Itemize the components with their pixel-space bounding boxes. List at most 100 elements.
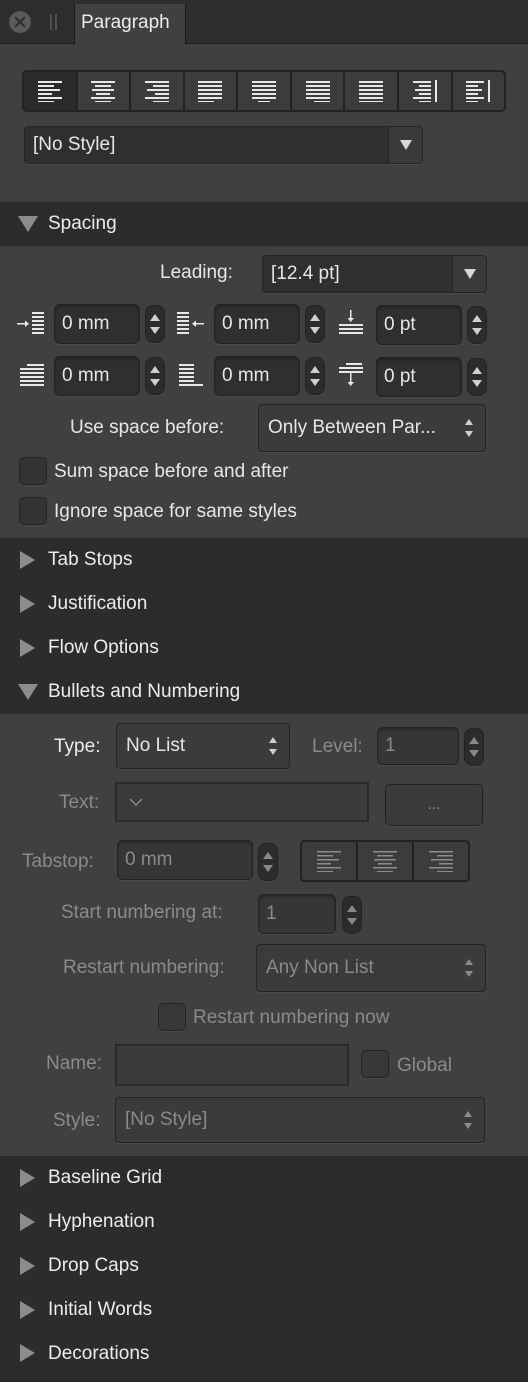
level-label: Level: <box>312 736 363 757</box>
type-label: Type: <box>54 736 101 757</box>
section-header-decorations[interactable]: Decorations <box>0 1332 528 1382</box>
tabstop-alignment-control <box>300 840 470 882</box>
left-indent-input[interactable]: 0 mm <box>54 304 140 344</box>
tabstop-align-center-button[interactable] <box>358 842 412 880</box>
chevron-down-icon <box>399 140 412 150</box>
disclosure-closed-icon <box>20 639 35 657</box>
sum-space-checkbox[interactable] <box>19 457 47 485</box>
start-numbering-input[interactable]: 1 <box>258 894 336 934</box>
disclosure-closed-icon <box>20 1169 35 1187</box>
start-numbering-stepper[interactable] <box>342 896 362 934</box>
right-indent-stepper[interactable] <box>305 305 325 343</box>
paragraph-style-value: [No Style] <box>33 134 116 155</box>
restart-numbering-now-checkbox[interactable] <box>158 1003 186 1031</box>
use-space-before-value: Only Between Par... <box>268 417 436 438</box>
tabstop-stepper[interactable] <box>258 843 278 881</box>
last-line-indent-stepper[interactable] <box>305 357 325 395</box>
align-right-icon <box>144 81 169 102</box>
align-towards-spine-button[interactable] <box>398 72 451 110</box>
space-before-input[interactable]: 0 pt <box>376 305 462 345</box>
list-style-select[interactable]: [No Style] <box>115 1097 485 1143</box>
tabstop-align-right-button[interactable] <box>414 842 468 880</box>
justify-center-button[interactable] <box>238 72 290 110</box>
leading-dropdown[interactable]: [12.4 pt] <box>262 255 487 293</box>
disclosure-closed-icon <box>20 1213 35 1231</box>
align-left-button[interactable] <box>24 72 76 110</box>
level-input[interactable]: 1 <box>377 727 459 765</box>
chevron-down-icon <box>129 798 143 807</box>
sum-space-label: Sum space before and after <box>54 461 289 482</box>
disclosure-closed-icon <box>20 1344 35 1362</box>
section-header-drop-caps[interactable]: Drop Caps <box>0 1244 528 1288</box>
justify-right-button[interactable] <box>291 72 344 110</box>
disclosure-closed-icon <box>20 1301 35 1319</box>
text-label: Text: <box>59 792 100 813</box>
start-numbering-label: Start numbering at: <box>61 902 223 923</box>
section-header-justification[interactable]: Justification <box>0 582 528 626</box>
section-label: Baseline Grid <box>48 1167 163 1188</box>
alignment-segmented-control <box>22 70 506 112</box>
close-icon[interactable] <box>9 11 31 33</box>
chevron-down-icon <box>463 269 476 279</box>
section-label: Bullets and Numbering <box>48 681 241 702</box>
section-header-flow-options[interactable]: Flow Options <box>0 626 528 670</box>
disclosure-closed-icon <box>20 595 35 613</box>
list-type-select[interactable]: No List <box>116 723 290 769</box>
section-label: Drop Caps <box>48 1255 139 1276</box>
section-label: Flow Options <box>48 637 159 658</box>
align-right-button[interactable] <box>131 72 183 110</box>
grip-icon[interactable] <box>50 14 57 30</box>
section-header-spacing[interactable]: Spacing <box>0 202 528 246</box>
section-header-bullets-numbering[interactable]: Bullets and Numbering <box>0 670 528 714</box>
leading-label: Leading: <box>160 262 233 283</box>
left-indent-icon <box>17 312 44 334</box>
use-space-before-select[interactable]: Only Between Par... <box>258 404 486 452</box>
tabstop-value: 0 mm <box>125 849 173 870</box>
dropdown-arrow[interactable] <box>388 127 422 163</box>
justify-all-button[interactable] <box>345 72 397 110</box>
space-before-icon <box>339 310 363 334</box>
restart-numbering-value: Any Non List <box>266 957 374 978</box>
space-before-stepper[interactable] <box>467 306 487 344</box>
last-line-indent-icon <box>179 364 203 386</box>
right-indent-value: 0 mm <box>222 313 270 334</box>
up-down-arrows-icon <box>269 736 279 756</box>
tabstop-input[interactable]: 0 mm <box>117 840 253 880</box>
section-label: Hyphenation <box>48 1211 155 1232</box>
list-style-label: Style: <box>53 1110 101 1131</box>
section-label: Initial Words <box>48 1299 153 1320</box>
tabstop-align-left-button[interactable] <box>302 842 356 880</box>
section-header-initial-words[interactable]: Initial Words <box>0 1288 528 1332</box>
space-after-stepper[interactable] <box>467 358 487 396</box>
last-line-indent-input[interactable]: 0 mm <box>214 356 300 396</box>
tabstop-label: Tabstop: <box>22 851 94 872</box>
leading-value: [12.4 pt] <box>271 263 340 284</box>
justify-left-button[interactable] <box>184 72 237 110</box>
bullet-text-more-button[interactable]: ... <box>385 784 483 826</box>
first-line-indent-input[interactable]: 0 mm <box>54 356 140 396</box>
up-down-arrows-icon <box>465 418 475 438</box>
align-away-from-spine-button[interactable] <box>452 72 505 110</box>
list-name-input[interactable] <box>115 1044 349 1086</box>
section-header-hyphenation[interactable]: Hyphenation <box>0 1200 528 1244</box>
first-line-indent-icon <box>20 364 44 386</box>
restart-numbering-select[interactable]: Any Non List <box>256 944 486 992</box>
bullet-text-input[interactable] <box>115 782 369 822</box>
section-label: Tab Stops <box>48 549 133 570</box>
section-header-tab-stops[interactable]: Tab Stops <box>0 538 528 582</box>
right-indent-input[interactable]: 0 mm <box>214 304 300 344</box>
ignore-space-checkbox[interactable] <box>19 497 47 525</box>
space-after-input[interactable]: 0 pt <box>376 357 462 397</box>
align-center-button[interactable] <box>77 72 130 110</box>
paragraph-style-dropdown[interactable]: [No Style] <box>24 126 423 164</box>
dropdown-arrow[interactable] <box>452 256 486 292</box>
left-indent-stepper[interactable] <box>145 305 165 343</box>
restart-numbering-label: Restart numbering: <box>63 957 225 978</box>
disclosure-closed-icon <box>20 551 35 569</box>
global-checkbox[interactable] <box>361 1050 389 1078</box>
tab-paragraph[interactable]: Paragraph <box>74 4 186 45</box>
first-line-indent-stepper[interactable] <box>145 357 165 395</box>
last-line-indent-value: 0 mm <box>222 365 270 386</box>
level-stepper[interactable] <box>464 728 484 766</box>
section-header-baseline-grid[interactable]: Baseline Grid <box>0 1156 528 1200</box>
